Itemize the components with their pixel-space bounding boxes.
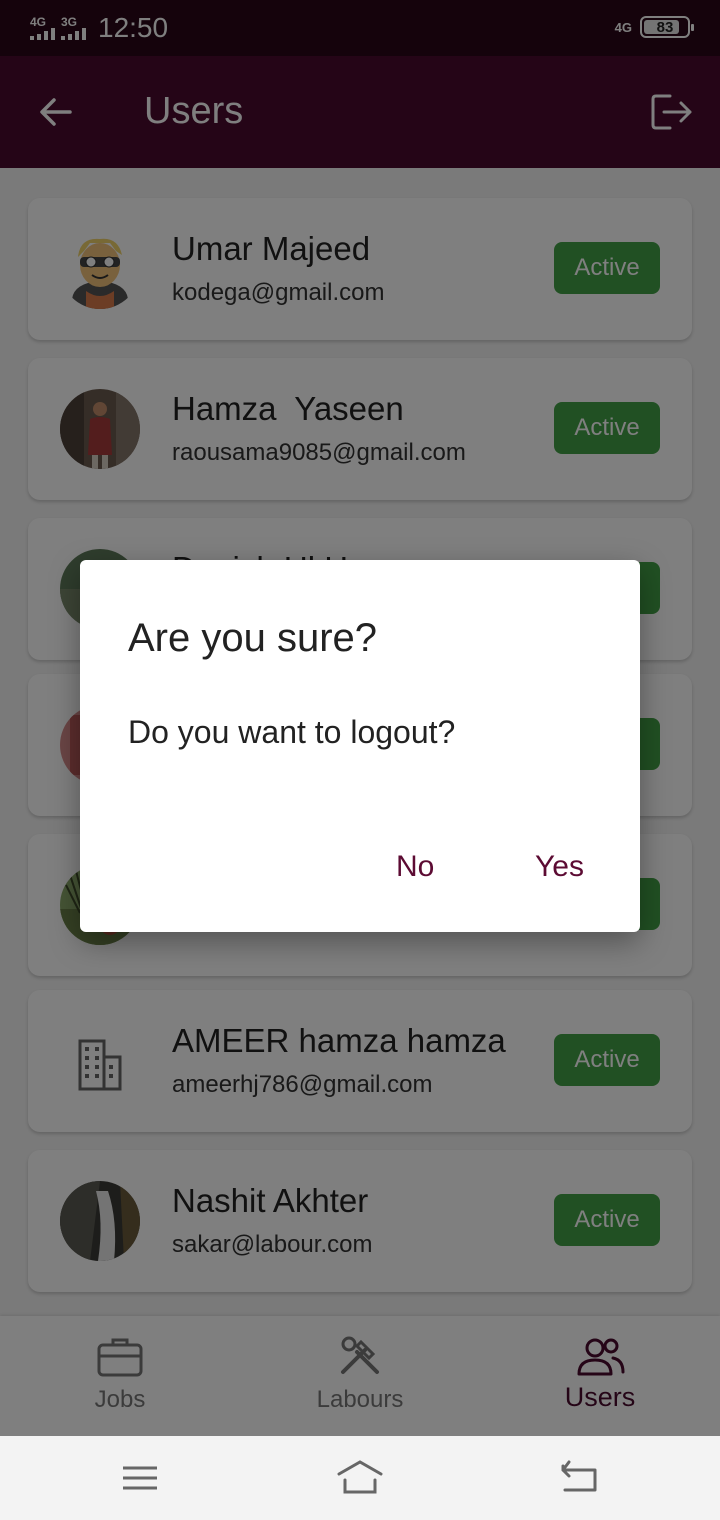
menu-icon[interactable] — [115, 1456, 165, 1500]
dialog-title: Are you sure? — [128, 616, 378, 660]
yes-button[interactable]: Yes — [535, 850, 584, 884]
dialog-message: Do you want to logout? — [128, 714, 456, 750]
system-navigation — [0, 1436, 720, 1520]
home-icon[interactable] — [335, 1456, 385, 1500]
no-button[interactable]: No — [396, 850, 434, 884]
back-nav-icon[interactable] — [553, 1456, 603, 1500]
logout-dialog: Are you sure? Do you want to logout? No … — [80, 560, 640, 932]
